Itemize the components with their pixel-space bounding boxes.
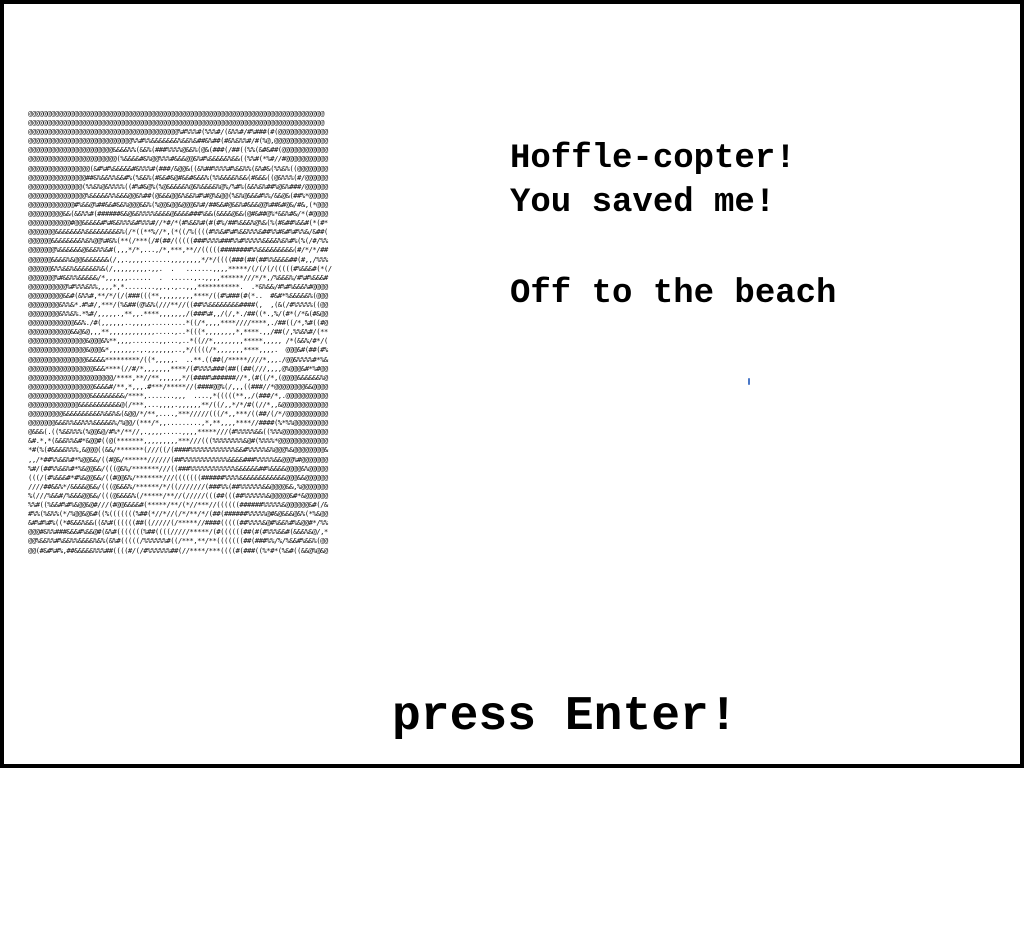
ascii-art-portrait: @@@@@@@@@@@@@@@@@@@@@@@@@@@@@@@@@@@@@@@@…: [28, 109, 468, 689]
stray-mark: [748, 378, 750, 385]
ascii-art-text: @@@@@@@@@@@@@@@@@@@@@@@@@@@@@@@@@@@@@@@@…: [28, 109, 332, 555]
dialog-line-3: Off to the beach: [510, 275, 837, 313]
dialog-line-1: Hoffle-copter!: [510, 140, 796, 178]
press-enter-prompt[interactable]: press Enter!: [392, 690, 738, 744]
dialog-line-2: You saved me!: [510, 184, 776, 222]
